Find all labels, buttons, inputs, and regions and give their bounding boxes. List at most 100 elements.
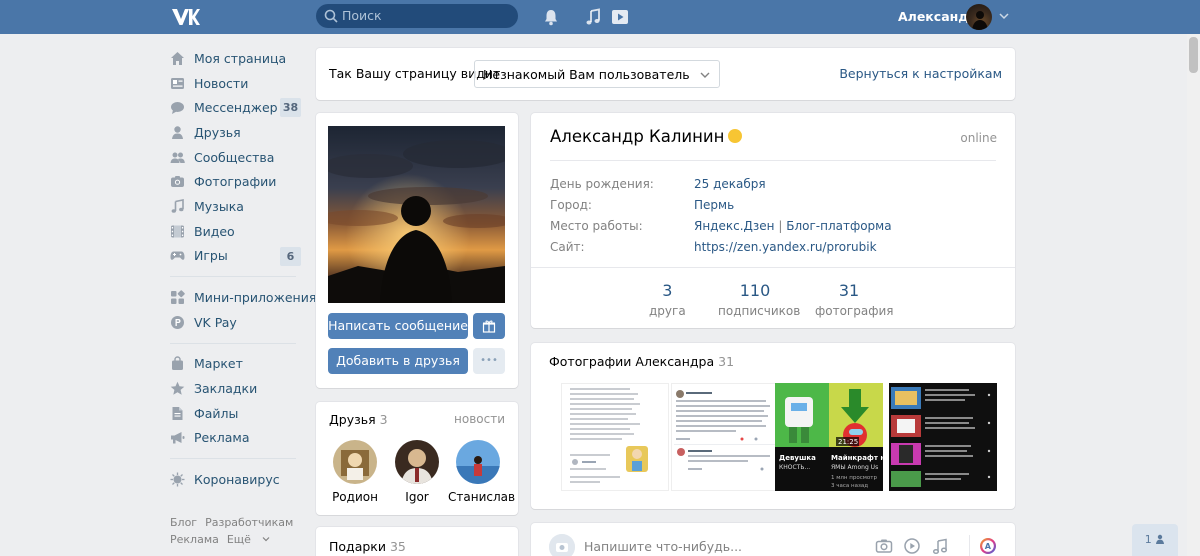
footer-link-more[interactable]: Ещё	[227, 533, 271, 546]
nav-label: Маркет	[194, 356, 243, 372]
star-icon	[170, 381, 185, 395]
friend-avatar	[395, 440, 439, 484]
footer-link-developers[interactable]: Разработчикам	[205, 516, 293, 529]
nav-item-video[interactable]: Видео	[170, 219, 305, 244]
back-to-settings-link[interactable]: Вернуться к настройкам	[839, 66, 1002, 81]
nav-label: Игры	[194, 248, 228, 264]
nav-item-ads[interactable]: Реклама	[170, 426, 305, 451]
megaphone-icon	[171, 432, 185, 444]
counter-followers[interactable]: 110 подписчиков	[718, 281, 800, 318]
photo-thumb-2[interactable]	[671, 383, 779, 491]
messenger-icon	[171, 102, 184, 115]
nav-item-news[interactable]: Новости	[170, 71, 305, 96]
nav-item-market[interactable]: Маркет	[170, 352, 305, 377]
film-icon	[171, 225, 184, 238]
new-post-card: Напишите что-нибудь... A	[531, 523, 1015, 556]
friend-item[interactable]: Родион	[325, 440, 385, 504]
profile-name: Александр Калинин	[550, 127, 743, 146]
header-avatar[interactable]	[966, 4, 992, 30]
friend-avatar	[456, 440, 500, 484]
nav-item-bookmarks[interactable]: Закладки	[170, 376, 305, 401]
gifts-title[interactable]: Подарки 35	[329, 539, 406, 554]
video-play-icon[interactable]	[903, 537, 921, 555]
scrollbar-thumb[interactable]	[1189, 37, 1198, 73]
footer-link-ads[interactable]: Реклама	[170, 533, 219, 546]
play-icon[interactable]	[610, 7, 630, 27]
svg-text:КНОСТЬ...: КНОСТЬ...	[779, 464, 810, 471]
birthday-link[interactable]: 25 декабря	[694, 177, 766, 191]
nav-item-files[interactable]: Файлы	[170, 401, 305, 426]
counter-friends[interactable]: 3 друга	[649, 281, 686, 318]
music-note-icon	[171, 198, 184, 213]
top-header: Поиск Александр	[0, 0, 1200, 34]
svg-text:1 млн просмотр: 1 млн просмотр	[831, 475, 877, 481]
work-link[interactable]: Яндекс.Дзен	[694, 219, 775, 233]
nav-item-messenger[interactable]: Мессенджер 38	[170, 95, 305, 120]
nav-item-coronavirus[interactable]: Коронавирус	[170, 467, 305, 492]
profile-photo[interactable]	[328, 126, 505, 303]
photo-thumb-4[interactable]	[889, 383, 997, 491]
friends-title[interactable]: Друзья 3	[329, 412, 388, 427]
gift-icon	[482, 320, 496, 333]
music-icon[interactable]	[931, 537, 949, 555]
video-thumbnail-icon: 21:25 Девушка КНОСТЬ... Майнкрафт но ЯМЫ…	[775, 383, 883, 491]
post-input[interactable]: Напишите что-нибудь...	[584, 539, 742, 554]
nav-label: Друзья	[194, 124, 241, 140]
avatar-photo-icon	[456, 440, 500, 484]
music-icon[interactable]	[583, 7, 603, 27]
svg-text:3 часа назад: 3 часа назад	[831, 483, 868, 489]
nav-item-my-page[interactable]: Моя страница	[170, 46, 305, 71]
photo-thumb-1[interactable]	[561, 383, 669, 491]
counter-photos[interactable]: 31 фотография	[815, 281, 894, 318]
camera-placeholder-icon	[549, 534, 575, 556]
nav-item-mini-apps[interactable]: Мини-приложения	[170, 285, 316, 310]
view-as-select[interactable]: Незнакомый Вам пользователь	[474, 60, 720, 88]
chat-button[interactable]: 1	[1132, 524, 1178, 556]
home-icon	[171, 51, 184, 65]
sidebar-footer: Блог Разработчикам Реклама Ещё	[170, 514, 305, 548]
photo-thumb-3[interactable]: 21:25 Девушка КНОСТЬ... Майнкрафт но ЯМЫ…	[775, 383, 883, 491]
vk-logo-icon[interactable]	[170, 7, 200, 27]
users-icon	[170, 152, 185, 163]
chevron-down-icon[interactable]	[998, 10, 1010, 22]
nav-item-photos[interactable]: Фотографии	[170, 169, 305, 194]
friend-item[interactable]: Станислав	[448, 440, 515, 504]
avatar-ring-icon[interactable]: A	[979, 537, 997, 555]
text-post-screenshot-icon	[672, 384, 778, 490]
bell-icon[interactable]	[541, 7, 561, 27]
friend-item[interactable]: Igor	[387, 440, 447, 504]
site-link[interactable]: https://zen.yandex.ru/prorubik	[694, 240, 877, 254]
nav-item-communities[interactable]: Сообщества	[170, 145, 305, 170]
nav-label: Коронавирус	[194, 472, 280, 488]
profile-info-card: Александр Калинин online День рождения: …	[531, 113, 1015, 328]
chevron-down-icon	[263, 537, 270, 542]
chat-screenshot-icon	[562, 384, 668, 490]
nav-label: Мессенджер	[194, 100, 278, 116]
nav-label: Реклама	[194, 430, 250, 446]
photos-title[interactable]: Фотографии Александра 31	[549, 354, 734, 369]
nav-label: Музыка	[194, 198, 244, 214]
city-link[interactable]: Пермь	[694, 198, 734, 212]
divider	[550, 160, 996, 161]
friends-news-link[interactable]: новости	[454, 412, 505, 426]
left-sidebar: Моя страница Новости Мессенджер 38 Друзь…	[170, 46, 316, 492]
nav-item-games[interactable]: Игры 6	[170, 244, 305, 269]
page-scrollbar[interactable]	[1187, 34, 1200, 556]
more-actions-button[interactable]: •••	[473, 348, 505, 374]
friend-avatar	[333, 440, 377, 484]
search-input[interactable]: Поиск	[316, 4, 518, 28]
gift-button[interactable]	[473, 313, 505, 339]
camera-icon[interactable]	[875, 537, 893, 555]
write-message-button[interactable]: Написать сообщение	[328, 313, 468, 339]
add-friend-button[interactable]: Добавить в друзья	[328, 348, 468, 374]
view-as-selected: Незнакомый Вам пользователь	[483, 67, 690, 82]
work-position-link[interactable]: Блог-платформа	[786, 219, 891, 233]
footer-link-blog[interactable]: Блог	[170, 516, 197, 529]
nav-label: VK Pay	[194, 314, 237, 330]
nav-item-music[interactable]: Музыка	[170, 194, 305, 219]
friends-card: Друзья 3 новости Родион Igor Станислав	[316, 402, 518, 515]
nav-item-vk-pay[interactable]: VK Pay	[170, 310, 305, 335]
vk-pay-icon	[171, 315, 184, 329]
nav-label: Фотографии	[194, 174, 277, 190]
nav-item-friends[interactable]: Друзья	[170, 120, 305, 145]
